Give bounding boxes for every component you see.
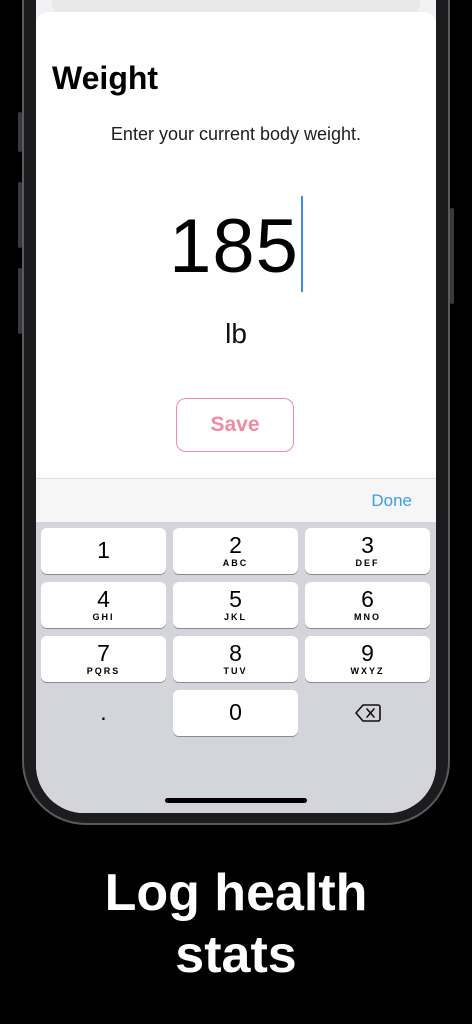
key-0-digit: 0 [229, 699, 242, 725]
text-caret [300, 196, 303, 292]
keyboard-toolbar: Done [36, 478, 436, 523]
key-2-digit: 2 [229, 532, 242, 558]
numeric-keypad: 1 2 ABC 3 DEF 4 GHI 5 JKL 6 MNO 7 PQRS 8… [36, 522, 436, 813]
caption-line-2: stats [175, 926, 297, 984]
key-2[interactable]: 2 ABC [173, 528, 298, 574]
key-6[interactable]: 6 MNO [305, 582, 430, 628]
key-7[interactable]: 7 PQRS [41, 636, 166, 682]
key-0[interactable]: 0 [173, 690, 298, 736]
done-button[interactable]: Done [371, 491, 412, 511]
phone-power-button [450, 208, 454, 304]
caption-line-1: Log health [104, 864, 368, 922]
key-8[interactable]: 8 TUV [173, 636, 298, 682]
page-subtitle: Enter your current body weight. [110, 124, 362, 144]
key-9[interactable]: 9 WXYZ [305, 636, 430, 682]
key-3[interactable]: 3 DEF [305, 528, 430, 574]
marketing-caption: Log health stats [0, 862, 472, 986]
key-5[interactable]: 5 JKL [173, 582, 298, 628]
key-5-digit: 5 [229, 586, 242, 612]
key-4-letters: GHI [92, 612, 115, 622]
key-1-digit: 1 [97, 537, 110, 563]
weight-value: 185 [169, 204, 299, 289]
save-button[interactable]: Save [176, 398, 294, 452]
home-indicator[interactable] [165, 798, 307, 803]
key-8-letters: TUV [223, 666, 248, 676]
key-5-letters: JKL [223, 612, 247, 622]
key-4[interactable]: 4 GHI [41, 582, 166, 628]
key-7-digit: 7 [97, 640, 110, 666]
key-2-letters: ABC [222, 558, 249, 568]
key-3-letters: DEF [355, 558, 380, 568]
key-6-digit: 6 [361, 586, 374, 612]
key-9-letters: WXYZ [350, 666, 385, 676]
key-decimal[interactable]: . [41, 690, 166, 736]
weight-value-field[interactable]: 185 [36, 196, 436, 292]
key-7-letters: PQRS [86, 666, 121, 676]
key-6-letters: MNO [354, 612, 381, 622]
key-4-digit: 4 [97, 586, 110, 612]
key-3-digit: 3 [361, 532, 374, 558]
unit-label: lb [225, 318, 247, 349]
key-8-digit: 8 [229, 640, 242, 666]
page-title: Weight [52, 60, 159, 96]
key-decimal-digit: . [100, 699, 107, 725]
key-9-digit: 9 [361, 640, 374, 666]
phone-screen: Weight Enter your current body weight. 1… [36, 0, 436, 813]
key-1[interactable]: 1 [41, 528, 166, 574]
backspace-icon [354, 704, 381, 722]
backspace-key[interactable] [305, 690, 430, 736]
